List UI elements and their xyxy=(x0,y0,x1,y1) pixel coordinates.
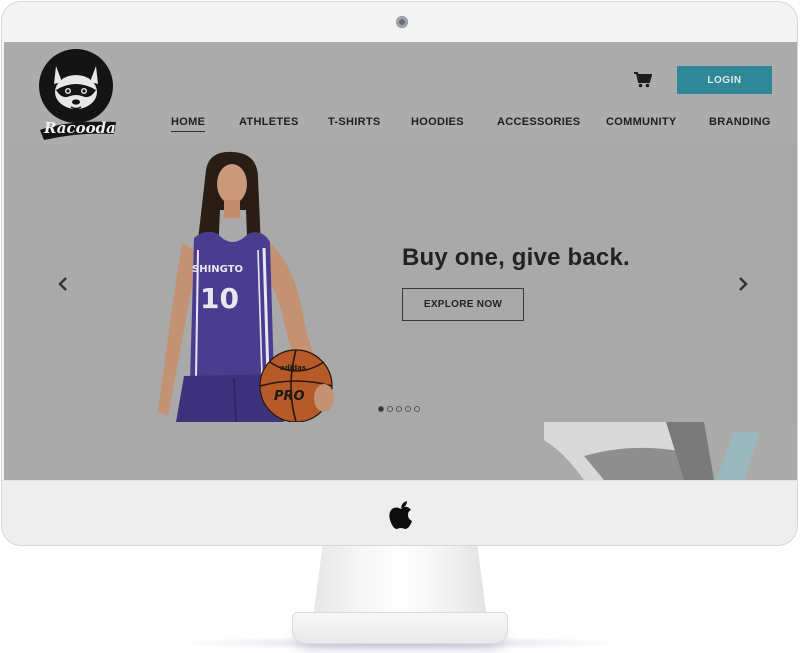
jersey-number: 10 xyxy=(200,282,239,315)
hero-slider: SHINGTO 10 adidas PRO Buy one, give back… xyxy=(4,144,797,422)
next-section-strip xyxy=(4,422,797,480)
chevron-left-icon[interactable] xyxy=(56,274,70,294)
slider-dot-3[interactable] xyxy=(396,406,402,412)
ball-text: PRO xyxy=(274,389,305,404)
nav-item-t-shirts[interactable]: T-SHIRTS xyxy=(328,116,381,128)
site-header: Racooda LOGIN HOME ATHLETES T-SHIRTS HOO… xyxy=(4,42,797,144)
slider-dot-4[interactable] xyxy=(405,406,411,412)
monitor-stand-base xyxy=(292,612,508,644)
nav-item-branding[interactable]: BRANDING xyxy=(709,116,771,128)
shopping-cart-icon[interactable] xyxy=(634,72,652,88)
chevron-right-icon[interactable] xyxy=(736,274,750,294)
camera-icon xyxy=(396,16,408,28)
jersey-text: SHINGTO xyxy=(192,264,243,275)
nav-item-hoodies[interactable]: HOODIES xyxy=(411,116,464,128)
main-nav: HOME ATHLETES T-SHIRTS HOODIES ACCESSORI… xyxy=(4,116,797,136)
hero-title: Buy one, give back. xyxy=(402,244,630,271)
website-screen: Racooda LOGIN HOME ATHLETES T-SHIRTS HOO… xyxy=(4,42,797,480)
slider-dot-5[interactable] xyxy=(414,406,420,412)
explore-now-button[interactable]: EXPLORE NOW xyxy=(402,288,524,321)
nav-item-accessories[interactable]: ACCESSORIES xyxy=(497,116,580,128)
nav-item-community[interactable]: COMMUNITY xyxy=(606,116,677,128)
nav-item-home[interactable]: HOME xyxy=(171,116,206,132)
apple-logo-icon xyxy=(389,501,412,529)
login-button[interactable]: LOGIN xyxy=(677,66,772,94)
nav-item-athletes[interactable]: ATHLETES xyxy=(239,116,299,128)
imac-monitor: Racooda LOGIN HOME ATHLETES T-SHIRTS HOO… xyxy=(1,1,798,546)
athlete-photo: SHINGTO 10 adidas PRO xyxy=(158,151,334,422)
slider-dot-2[interactable] xyxy=(387,406,393,412)
slider-dots xyxy=(378,406,420,414)
ball-brand: adidas xyxy=(280,364,306,372)
section-image xyxy=(544,422,797,480)
slider-dot-1[interactable] xyxy=(378,406,384,412)
